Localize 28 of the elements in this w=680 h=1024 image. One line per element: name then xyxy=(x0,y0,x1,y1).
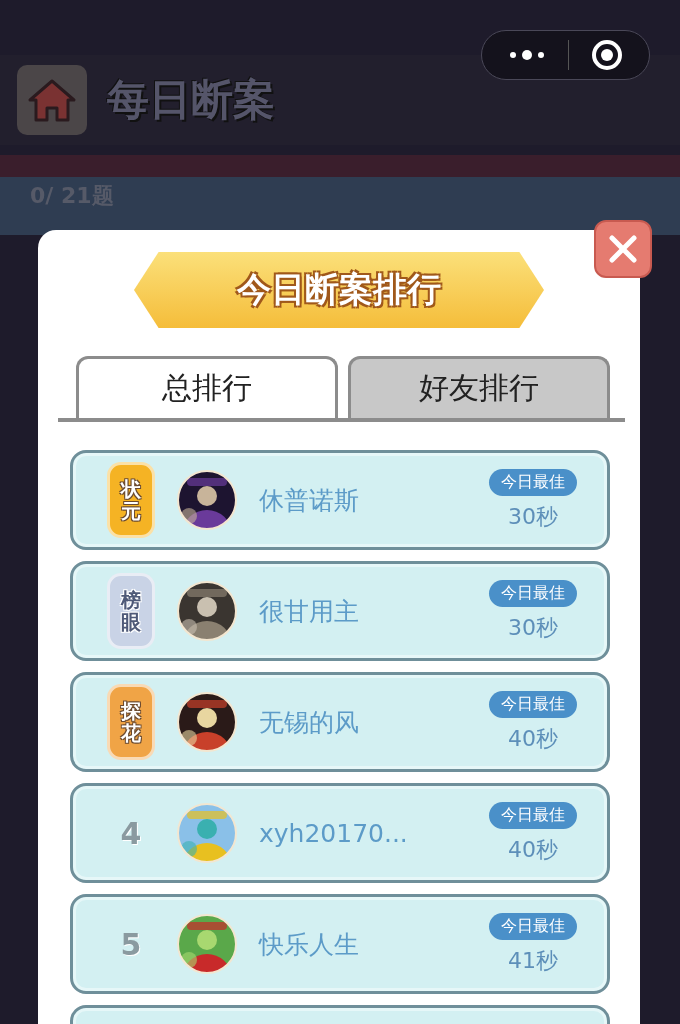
more-icon[interactable] xyxy=(508,49,546,61)
best-time: 30秒 xyxy=(508,613,558,642)
close-mini-program-icon[interactable] xyxy=(591,39,623,71)
best-label: 今日最佳 xyxy=(489,690,577,718)
best-label: 今日最佳 xyxy=(489,579,577,607)
player-name: 休普诺斯 xyxy=(259,484,360,517)
close-icon xyxy=(608,234,638,264)
tab[interactable]: 好友排行 xyxy=(348,356,610,418)
best-label: 今日最佳 xyxy=(489,468,577,496)
tab[interactable]: 总排行 xyxy=(76,356,338,418)
player-name: 无锡的风 xyxy=(259,706,360,739)
best-time: 41秒 xyxy=(508,946,558,975)
player-name: xyh20170... xyxy=(259,818,409,848)
rank-medal: 榜眼 xyxy=(107,573,155,649)
rank-medal: 状元 xyxy=(107,462,155,538)
close-button[interactable] xyxy=(594,220,652,278)
best-label: 今日最佳 xyxy=(489,912,577,940)
rank-medal: 探花 xyxy=(107,684,155,760)
rank-number: 5 xyxy=(120,926,142,962)
best-time: 40秒 xyxy=(508,835,558,864)
dialog-title: 今日断案排行 xyxy=(134,252,544,328)
best-time: 30秒 xyxy=(508,502,558,531)
player-name: 快乐人生 xyxy=(259,928,360,961)
best-label: 今日最佳 xyxy=(489,801,577,829)
best-time: 40秒 xyxy=(508,724,558,753)
rank-number: 4 xyxy=(120,815,142,851)
page-title: 每日断案 xyxy=(107,74,275,126)
player-name: 很甘用主 xyxy=(259,595,360,628)
